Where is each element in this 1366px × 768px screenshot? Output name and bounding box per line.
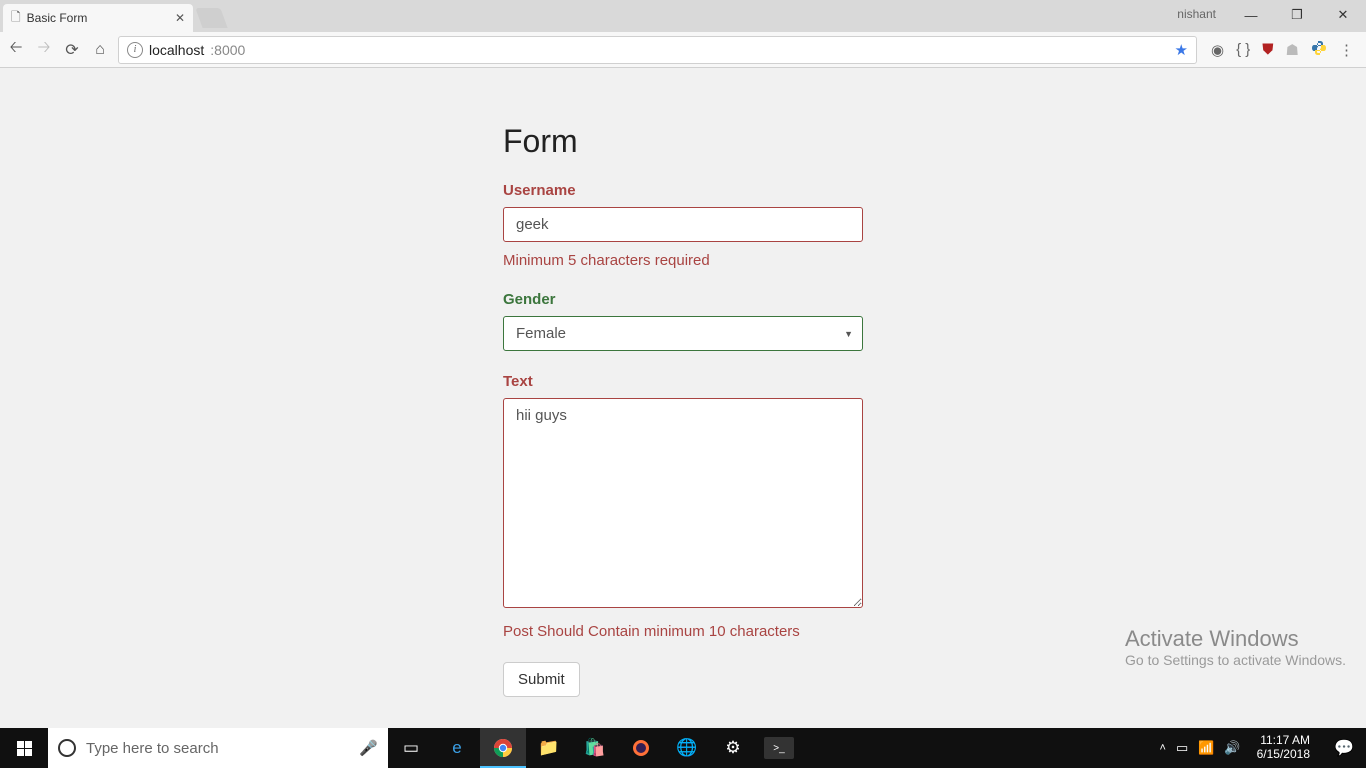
windows-taskbar: Type here to search 🎤 ▭ e 📁 🛍️ 🌐 ⚙ >_ ˄ … — [0, 728, 1366, 768]
text-error: Post Should Contain minimum 10 character… — [503, 623, 863, 640]
chrome-profile-name[interactable]: nishant — [1177, 7, 1216, 21]
windows-activation-watermark: Activate Windows Go to Settings to activ… — [1125, 626, 1346, 668]
form-group-text: Text hii guys Post Should Contain minimu… — [503, 373, 863, 640]
watermark-title: Activate Windows — [1125, 626, 1346, 652]
clock-time: 11:17 AM — [1257, 734, 1310, 748]
chrome-icon[interactable] — [480, 728, 526, 768]
window-titlebar: 🗋 Basic Form ✕ nishant ― ❐ ✕ — [0, 0, 1366, 32]
home-button[interactable]: ⌂ — [90, 41, 110, 59]
taskview-icon[interactable]: ▭ — [388, 728, 434, 768]
start-button[interactable] — [0, 728, 48, 768]
extension-icon-2[interactable]: ☗ — [1286, 41, 1299, 59]
gender-select-wrap: Female — [503, 316, 863, 351]
form-group-username: Username Minimum 5 characters required — [503, 182, 863, 269]
submit-button[interactable]: Submit — [503, 662, 580, 697]
reload-button[interactable]: ⟳ — [62, 40, 82, 60]
terminal-icon[interactable]: >_ — [764, 737, 794, 759]
bookmark-star-icon[interactable]: ★ — [1175, 41, 1188, 59]
text-label: Text — [503, 373, 863, 390]
browser-extensions: ◉ { } ⛊ ☗ ⋮ — [1205, 40, 1360, 60]
watermark-subtitle: Go to Settings to activate Windows. — [1125, 652, 1346, 668]
taskbar-search-placeholder: Type here to search — [86, 740, 219, 757]
site-info-icon[interactable]: i — [127, 42, 143, 58]
form-group-gender: Gender Female — [503, 291, 863, 351]
back-button[interactable]: 🡠 — [6, 36, 26, 63]
chrome-menu-icon[interactable]: ⋮ — [1339, 41, 1354, 59]
browser-tab[interactable]: 🗋 Basic Form ✕ — [3, 4, 193, 32]
address-bar[interactable]: i localhost :8000 ★ — [118, 36, 1197, 64]
gender-select[interactable]: Female — [503, 316, 863, 351]
ublock-icon[interactable]: ⛊ — [1262, 41, 1273, 58]
wifi-icon[interactable]: 📶 — [1198, 740, 1214, 756]
taskbar-search[interactable]: Type here to search 🎤 — [48, 728, 388, 768]
extension-icon[interactable]: ◉ — [1211, 41, 1224, 59]
username-input[interactable] — [503, 207, 863, 242]
browser-toolbar: 🡠 🡢 ⟳ ⌂ i localhost :8000 ★ ◉ { } ⛊ ☗ ⋮ — [0, 32, 1366, 68]
store-icon[interactable]: 🛍️ — [572, 728, 618, 768]
tray-overflow-icon[interactable]: ˄ — [1160, 742, 1166, 754]
page-viewport: Form Username Minimum 5 characters requi… — [0, 68, 1366, 728]
python-icon[interactable] — [1311, 40, 1327, 60]
cortana-icon — [58, 739, 76, 757]
tab-title: Basic Form — [27, 11, 88, 25]
clock-date: 6/15/2018 — [1257, 748, 1310, 762]
settings-icon[interactable]: ⚙ — [710, 728, 756, 768]
forward-button[interactable]: 🡢 — [34, 36, 54, 63]
window-minimize-button[interactable]: ― — [1228, 0, 1274, 30]
file-explorer-icon[interactable]: 📁 — [526, 728, 572, 768]
braces-icon[interactable]: { } — [1236, 41, 1250, 58]
username-label: Username — [503, 182, 863, 199]
text-textarea[interactable]: hii guys — [503, 398, 863, 608]
url-host: localhost — [149, 42, 204, 58]
page-title: Form — [503, 123, 863, 160]
username-error: Minimum 5 characters required — [503, 252, 863, 269]
globe-icon[interactable]: 🌐 — [664, 728, 710, 768]
window-maximize-button[interactable]: ❐ — [1274, 0, 1320, 30]
window-controls: ― ❐ ✕ — [1228, 0, 1366, 30]
volume-icon[interactable]: 🔊 — [1224, 740, 1240, 756]
windows-logo-icon — [17, 741, 32, 756]
mic-icon[interactable]: 🎤 — [359, 739, 378, 757]
system-tray: ˄ ▭ 📶 🔊 11:17 AM 6/15/2018 💬 — [1160, 734, 1366, 762]
url-port: :8000 — [210, 42, 245, 58]
tab-close-icon[interactable]: ✕ — [175, 11, 185, 25]
window-close-button[interactable]: ✕ — [1320, 0, 1366, 30]
file-icon: 🗋 — [11, 8, 21, 29]
taskbar-clock[interactable]: 11:17 AM 6/15/2018 — [1251, 734, 1316, 762]
edge-icon[interactable]: e — [434, 728, 480, 768]
action-center-icon[interactable]: 💬 — [1326, 738, 1362, 758]
gender-label: Gender — [503, 291, 863, 308]
firefox-icon[interactable] — [618, 728, 664, 768]
battery-icon[interactable]: ▭ — [1176, 740, 1188, 756]
new-tab-button[interactable] — [195, 8, 227, 28]
taskbar-apps: ▭ e 📁 🛍️ 🌐 ⚙ >_ — [388, 728, 802, 768]
form-container: Form Username Minimum 5 characters requi… — [503, 123, 863, 697]
